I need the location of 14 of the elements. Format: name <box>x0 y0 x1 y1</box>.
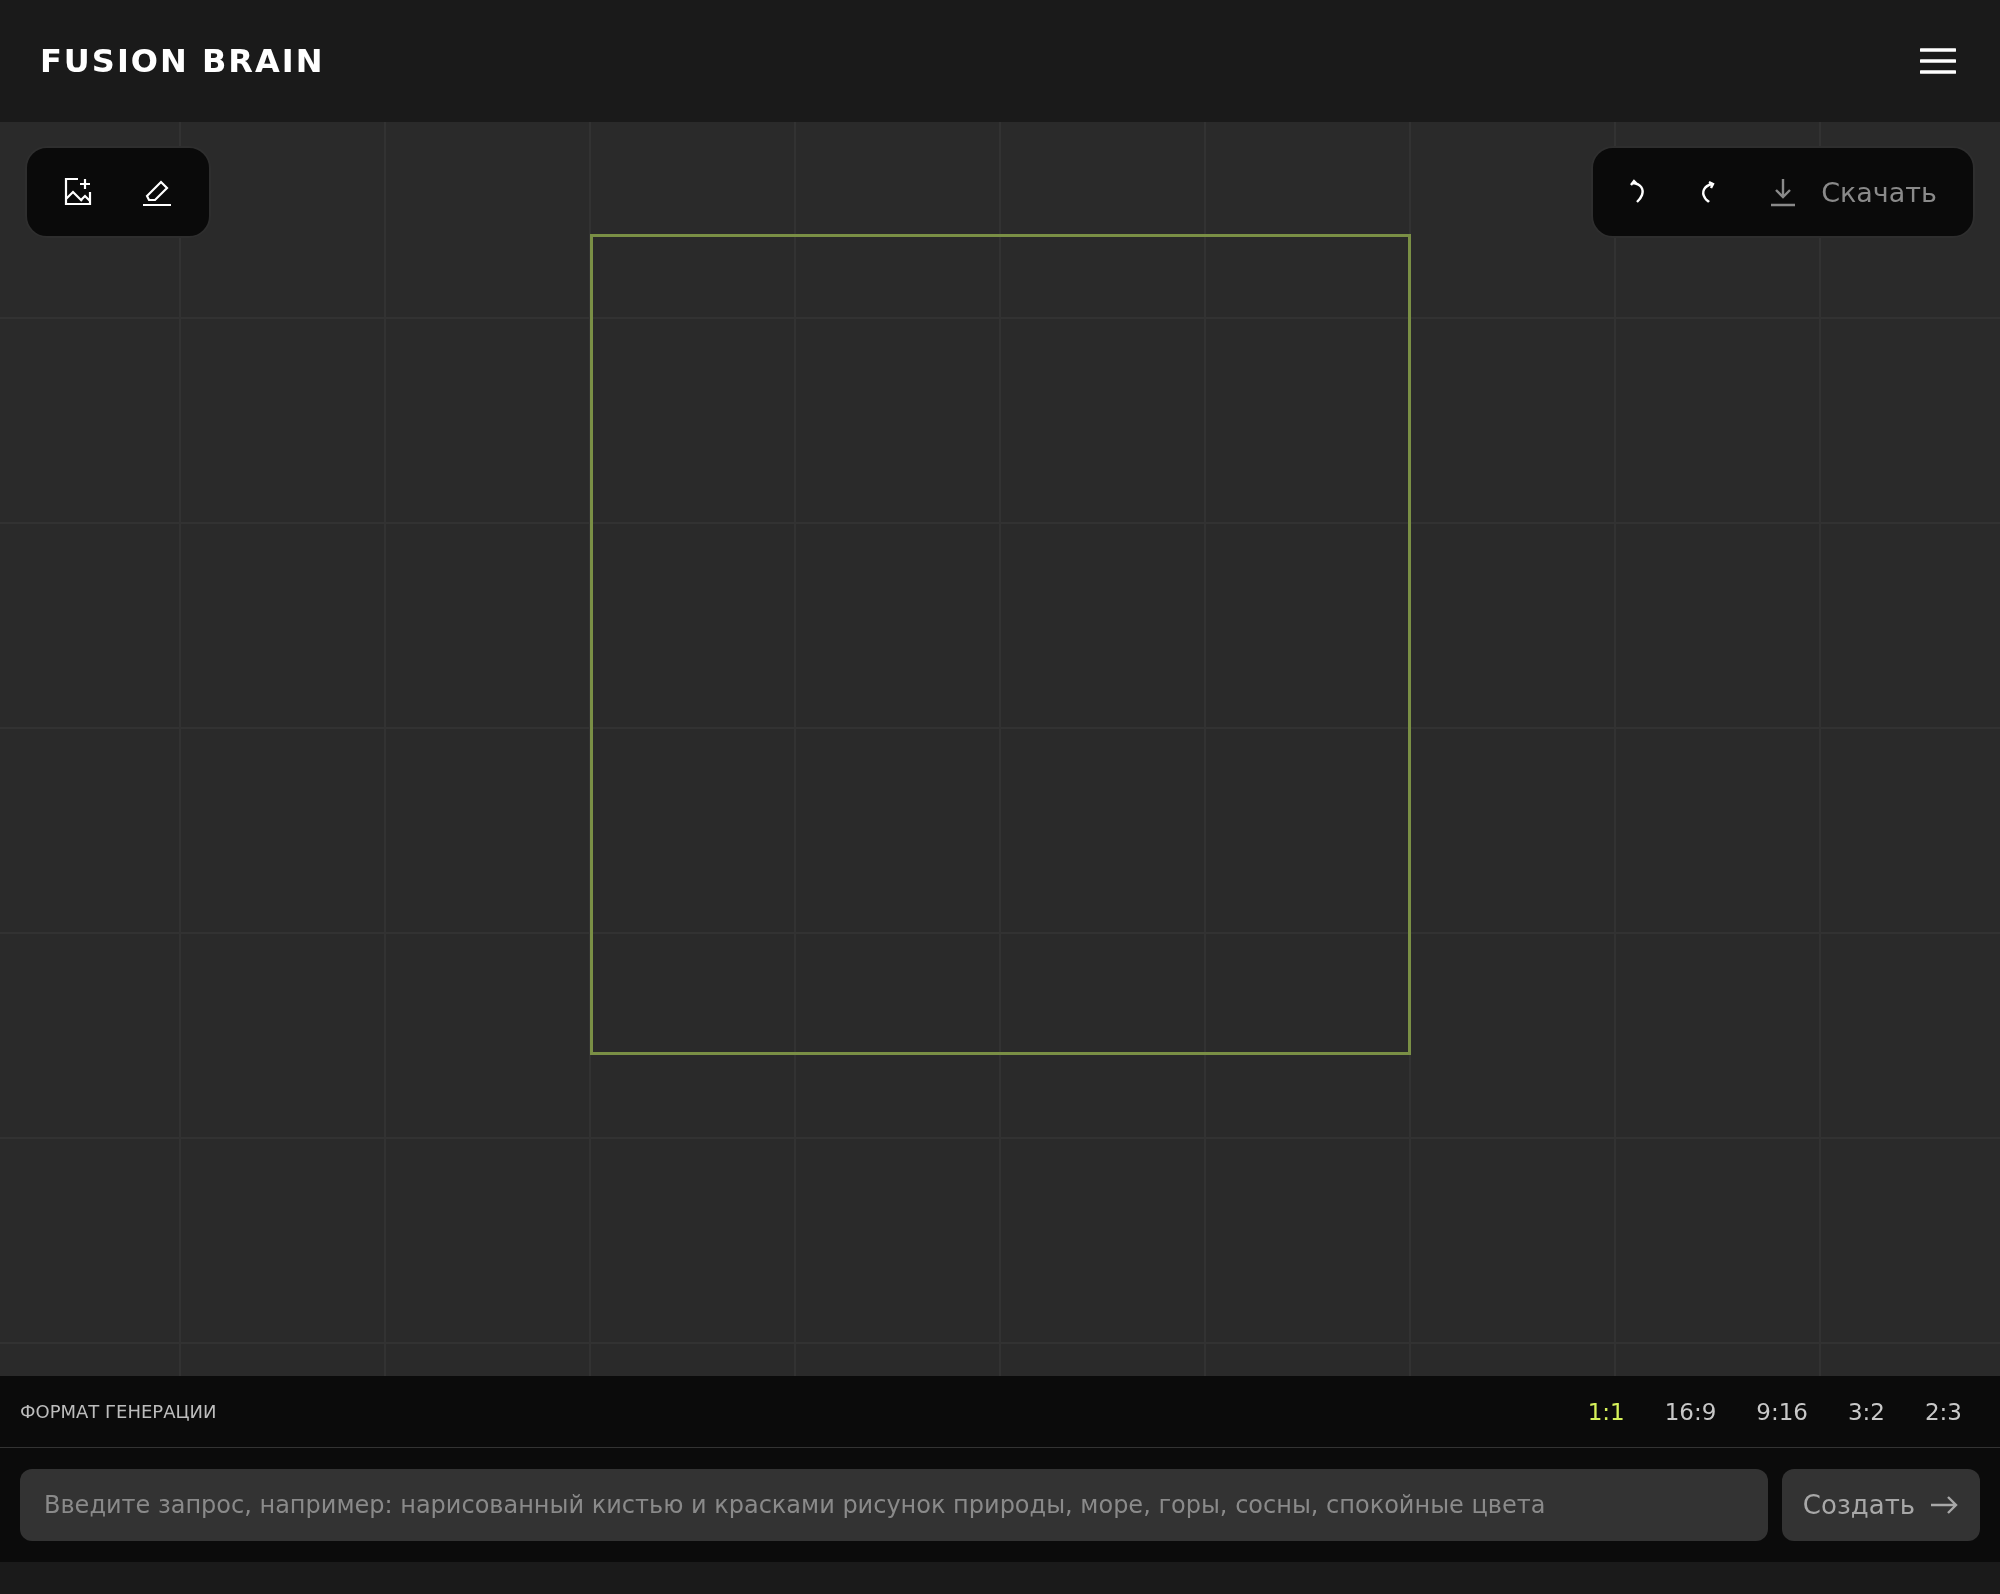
ratio-option[interactable]: 9:16 <box>1738 1392 1826 1431</box>
menu-icon <box>1920 48 1956 74</box>
arrow-right-icon <box>1929 1495 1960 1515</box>
ratio-option[interactable]: 2:3 <box>1907 1392 1980 1431</box>
redo-icon <box>1699 179 1718 205</box>
download-icon <box>1769 177 1798 207</box>
ratio-option[interactable]: 3:2 <box>1829 1392 1903 1431</box>
format-label: ФОРМАТ ГЕНЕРАЦИИ <box>20 1401 217 1422</box>
logo: FUSION BRAIN <box>40 42 325 80</box>
ratio-option[interactable]: 1:1 <box>1569 1392 1643 1431</box>
ratio-option[interactable]: 16:9 <box>1646 1392 1735 1431</box>
image-plus-icon <box>63 177 93 207</box>
prompt-field[interactable]: Введите запрос, например: нарисованный кистью и красками рисунок природы, море, горы, сосны, спокойные цвета <box>20 1469 1768 1541</box>
create-button[interactable]: Создать <box>1782 1469 1980 1541</box>
